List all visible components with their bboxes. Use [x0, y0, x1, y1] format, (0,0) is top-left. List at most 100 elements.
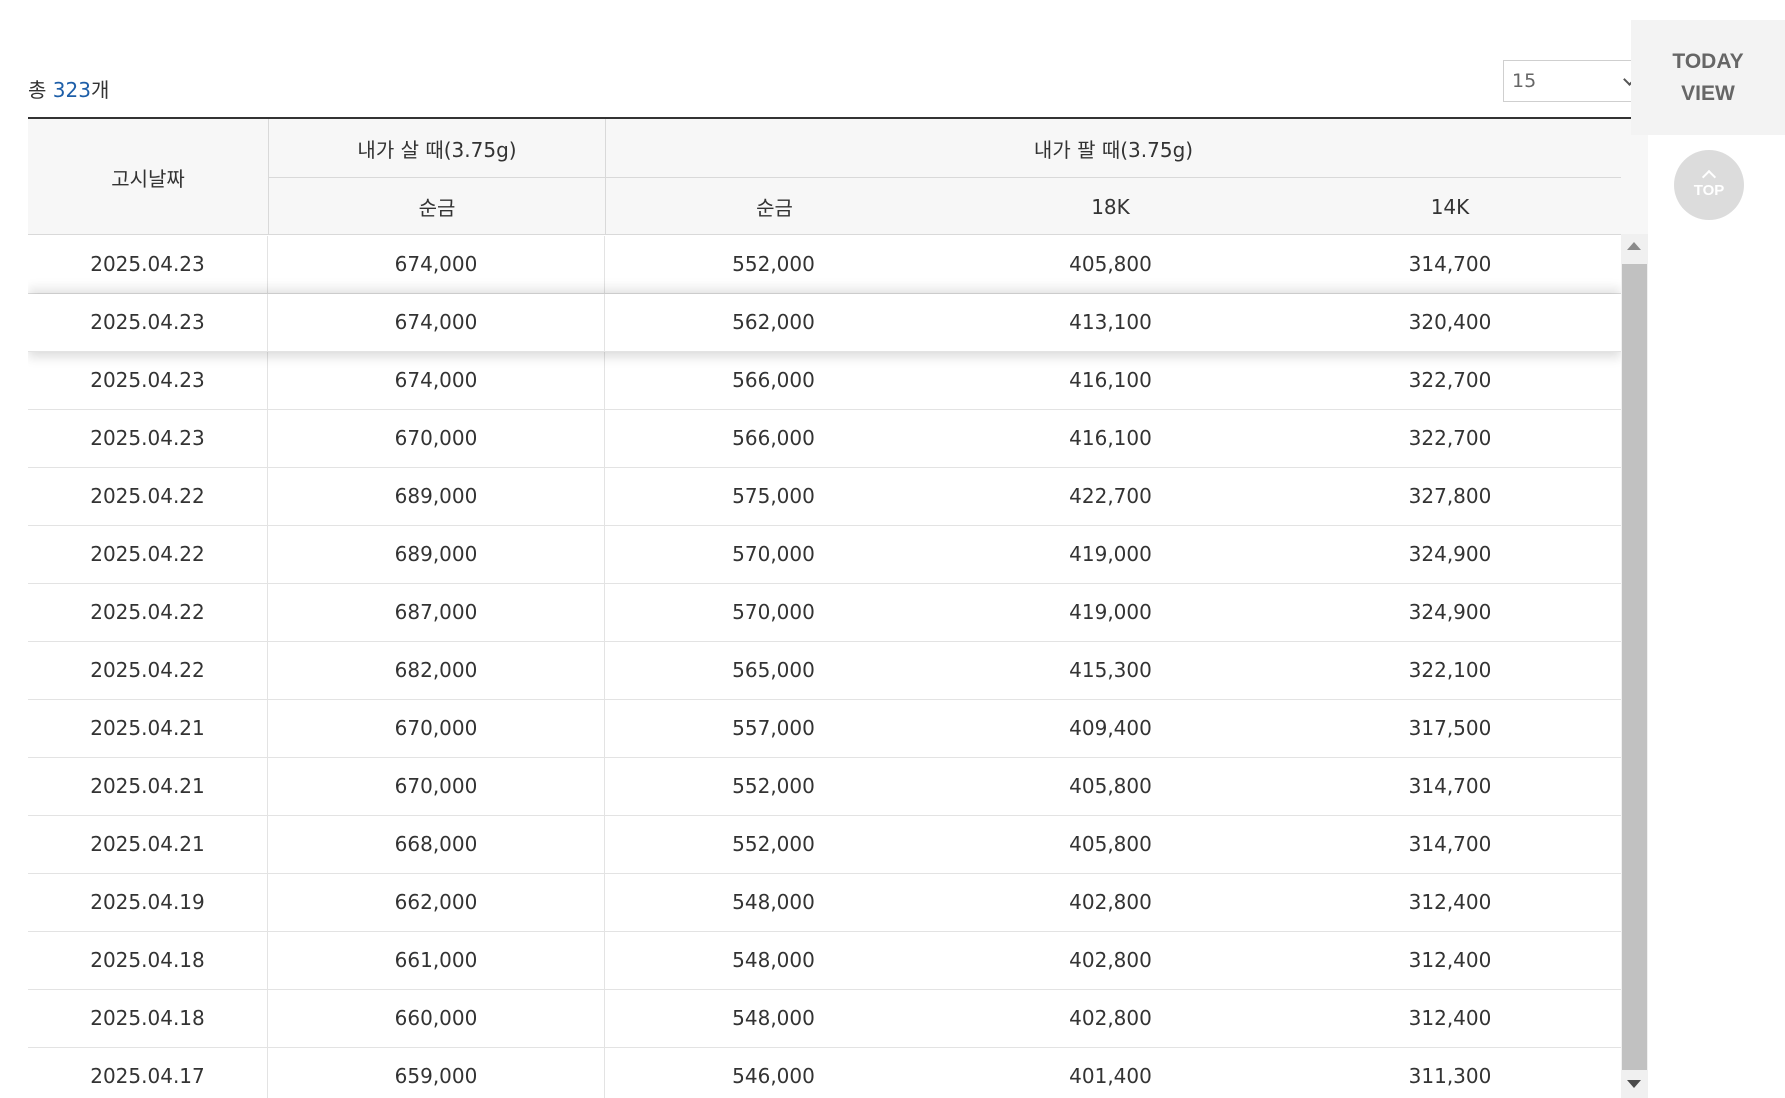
table-row: 2025.04.22 682,000 565,000 415,300 322,100 — [28, 642, 1621, 700]
cell-buy-pure: 668,000 — [268, 816, 605, 873]
cell-sell-18k: 422,700 — [1069, 484, 1152, 508]
gold-price-page: 총 323개 15 고시날짜 내가 살 때(3.75g) 내가 팔 때(3.75… — [0, 0, 1785, 1098]
cell-sell-14k: 324,900 — [1408, 600, 1492, 624]
cell-buy-pure: 670,000 — [268, 700, 605, 757]
cell-sell-14k: 312,400 — [1408, 1006, 1492, 1030]
cell-sell-pure: 552,000 — [732, 774, 815, 798]
table-row: 2025.04.19 662,000 548,000 402,800 312,400 — [28, 874, 1621, 932]
cell-sell-pure: 548,000 — [732, 890, 815, 914]
header-buy-group: 내가 살 때(3.75g) — [357, 137, 517, 162]
cell-date: 2025.04.17 — [28, 1048, 268, 1098]
cell-date: 2025.04.23 — [28, 410, 268, 467]
cell-sell-18k: 419,000 — [1069, 600, 1152, 624]
cell-date: 2025.04.21 — [28, 816, 268, 873]
cell-date: 2025.04.19 — [28, 874, 268, 931]
table-row: 2025.04.23 674,000 566,000 416,100 322,700 — [28, 352, 1621, 410]
cell-sell-pure: 562,000 — [732, 310, 815, 334]
page-size-select[interactable]: 15 — [1503, 60, 1643, 102]
scroll-top-button[interactable]: TOP — [1674, 150, 1744, 220]
cell-sell-pure: 552,000 — [732, 252, 815, 276]
scroll-up-arrow-icon[interactable] — [1627, 242, 1641, 250]
cell-buy-pure: 682,000 — [268, 642, 605, 699]
cell-sell-18k: 405,800 — [1069, 252, 1152, 276]
cell-date: 2025.04.23 — [28, 236, 268, 293]
cell-sell-14k: 314,700 — [1408, 832, 1492, 856]
table-body: 2025.04.23 674,000 552,000 405,800 314,700 20… — [28, 236, 1621, 1098]
table-row: 2025.04.23 674,000 562,000 413,100 320,400 — [28, 294, 1621, 352]
cell-sell-18k: 416,100 — [1069, 368, 1152, 392]
cell-sell-18k: 402,800 — [1069, 948, 1152, 972]
table-row: 2025.04.21 670,000 552,000 405,800 314,700 — [28, 758, 1621, 816]
header-sell-pure: 순금 — [756, 196, 793, 220]
today-label: TODAY — [1672, 50, 1744, 73]
cell-buy-pure: 689,000 — [268, 468, 605, 525]
cell-sell-14k: 324,900 — [1408, 542, 1492, 566]
cell-sell-pure: 570,000 — [732, 542, 815, 566]
cell-sell-14k: 314,700 — [1408, 252, 1492, 276]
cell-buy-pure: 662,000 — [268, 874, 605, 931]
cell-sell-14k: 311,300 — [1408, 1064, 1492, 1088]
cell-date: 2025.04.23 — [28, 294, 268, 351]
header-sell-14k: 14K — [1430, 194, 1470, 219]
cell-date: 2025.04.21 — [28, 758, 268, 815]
cell-sell-14k: 312,400 — [1408, 890, 1492, 914]
header-buy-pure: 순금 — [418, 196, 456, 220]
cell-date: 2025.04.22 — [28, 584, 268, 641]
header-sell-group: 내가 팔 때(3.75g) — [1033, 137, 1194, 162]
cell-date: 2025.04.22 — [28, 642, 268, 699]
cell-buy-pure: 670,000 — [268, 410, 605, 467]
table-row: 2025.04.22 689,000 575,000 422,700 327,800 — [28, 468, 1621, 526]
cell-sell-14k: 314,700 — [1408, 774, 1492, 798]
cell-sell-pure: 575,000 — [732, 484, 815, 508]
cell-sell-pure: 548,000 — [732, 948, 815, 972]
total-count-value: 323 — [52, 78, 91, 102]
cell-sell-18k: 413,100 — [1069, 310, 1152, 334]
cell-sell-14k: 320,400 — [1408, 310, 1492, 334]
cell-sell-14k: 322,100 — [1408, 658, 1492, 682]
cell-date: 2025.04.22 — [28, 468, 268, 525]
today-view-button[interactable]: TODAY VIEW — [1631, 20, 1785, 135]
cell-sell-18k: 415,300 — [1069, 658, 1152, 682]
table-row: 2025.04.22 689,000 570,000 419,000 324,900 — [28, 526, 1621, 584]
scroll-down-arrow-icon[interactable] — [1627, 1080, 1641, 1088]
header-date: 고시날짜 — [111, 166, 185, 191]
cell-sell-14k: 327,800 — [1408, 484, 1492, 508]
view-label: VIEW — [1681, 82, 1735, 105]
cell-sell-14k: 322,700 — [1408, 426, 1492, 450]
cell-date: 2025.04.18 — [28, 990, 268, 1047]
cell-sell-18k: 402,800 — [1069, 890, 1152, 914]
cell-date: 2025.04.18 — [28, 932, 268, 989]
cell-buy-pure: 670,000 — [268, 758, 605, 815]
header-sell-18k: 18K — [1091, 194, 1130, 219]
table-row: 2025.04.18 660,000 548,000 402,800 312,400 — [28, 990, 1621, 1048]
cell-buy-pure: 659,000 — [268, 1048, 605, 1098]
cell-sell-14k: 322,700 — [1408, 368, 1492, 392]
cell-sell-pure: 566,000 — [732, 426, 815, 450]
cell-buy-pure: 674,000 — [268, 236, 605, 293]
price-table: 고시날짜 내가 살 때(3.75g) 내가 팔 때(3.75g) 순금 순금 1… — [28, 117, 1648, 1098]
cell-sell-14k: 317,500 — [1408, 716, 1492, 740]
cell-buy-pure: 660,000 — [268, 990, 605, 1047]
total-prefix: 총 — [28, 78, 53, 102]
cell-sell-18k: 416,100 — [1069, 426, 1152, 450]
cell-buy-pure: 687,000 — [268, 584, 605, 641]
cell-buy-pure: 674,000 — [268, 352, 605, 409]
table-row: 2025.04.21 668,000 552,000 405,800 314,700 — [28, 816, 1621, 874]
table-row: 2025.04.23 674,000 552,000 405,800 314,700 — [28, 236, 1621, 294]
cell-date: 2025.04.21 — [28, 700, 268, 757]
cell-date: 2025.04.23 — [28, 352, 268, 409]
table-scrollbar[interactable] — [1621, 234, 1648, 1098]
cell-sell-18k: 405,800 — [1069, 832, 1152, 856]
cell-sell-pure: 546,000 — [732, 1064, 815, 1088]
header-divider — [269, 177, 1621, 178]
cell-buy-pure: 661,000 — [268, 932, 605, 989]
cell-buy-pure: 674,000 — [268, 294, 605, 351]
cell-sell-18k: 401,400 — [1069, 1064, 1152, 1088]
cell-sell-pure: 566,000 — [732, 368, 815, 392]
cell-sell-14k: 312,400 — [1408, 948, 1492, 972]
cell-sell-pure: 557,000 — [732, 716, 815, 740]
page-size-value: 15 — [1512, 70, 1537, 92]
cell-sell-18k: 409,400 — [1069, 716, 1152, 740]
cell-sell-pure: 565,000 — [732, 658, 815, 682]
scroll-thumb[interactable] — [1622, 264, 1647, 1070]
